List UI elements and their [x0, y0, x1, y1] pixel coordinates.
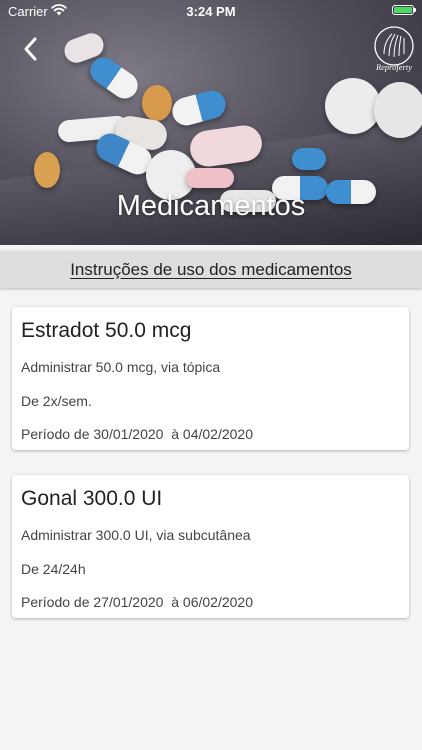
medication-period: Período de 27/01/2020 à 06/02/2020 [21, 594, 253, 610]
medication-frequency: De 2x/sem. [21, 393, 92, 409]
battery-icon [392, 5, 416, 15]
reproferty-logo: Reproferty [374, 26, 414, 72]
instructions-link[interactable]: Instruções de uso dos medicamentos [70, 260, 352, 280]
pill-decoration [169, 87, 229, 129]
medication-period: Período de 30/01/2020 à 04/02/2020 [21, 426, 253, 442]
medication-card[interactable]: Estradot 50.0 mcg Administrar 50.0 mcg, … [12, 307, 409, 450]
page-title: Medicamentos [116, 190, 306, 222]
pill-decoration [292, 148, 326, 170]
medication-administration: Administrar 300.0 UI, via subcutânea [21, 527, 251, 543]
pill-decoration [85, 52, 143, 104]
medication-frequency: De 24/24h [21, 561, 86, 577]
instructions-bar: Instruções de uso dos medicamentos [0, 251, 422, 288]
hero-header-image: Carrier 3:24 PM Reproferty Medicamentos [0, 0, 422, 245]
medication-title: Estradot 50.0 mcg [21, 319, 192, 342]
medication-title: Gonal 300.0 UI [21, 487, 163, 510]
medication-administration: Administrar 50.0 mcg, via tópica [21, 359, 221, 375]
back-button[interactable] [16, 34, 46, 64]
pill-decoration [325, 78, 381, 134]
logo-text: Reproferty [375, 62, 412, 72]
pill-decoration [142, 85, 172, 121]
pill-decoration [186, 168, 234, 188]
battery-level [394, 7, 412, 13]
chevron-left-icon [24, 37, 37, 61]
medication-card[interactable]: Gonal 300.0 UI Administrar 300.0 UI, via… [12, 475, 409, 618]
clock-time: 3:24 PM [186, 4, 236, 19]
status-bar: Carrier 3:24 PM [0, 0, 422, 22]
pill-decoration [374, 82, 422, 138]
pill-decoration [34, 152, 60, 188]
